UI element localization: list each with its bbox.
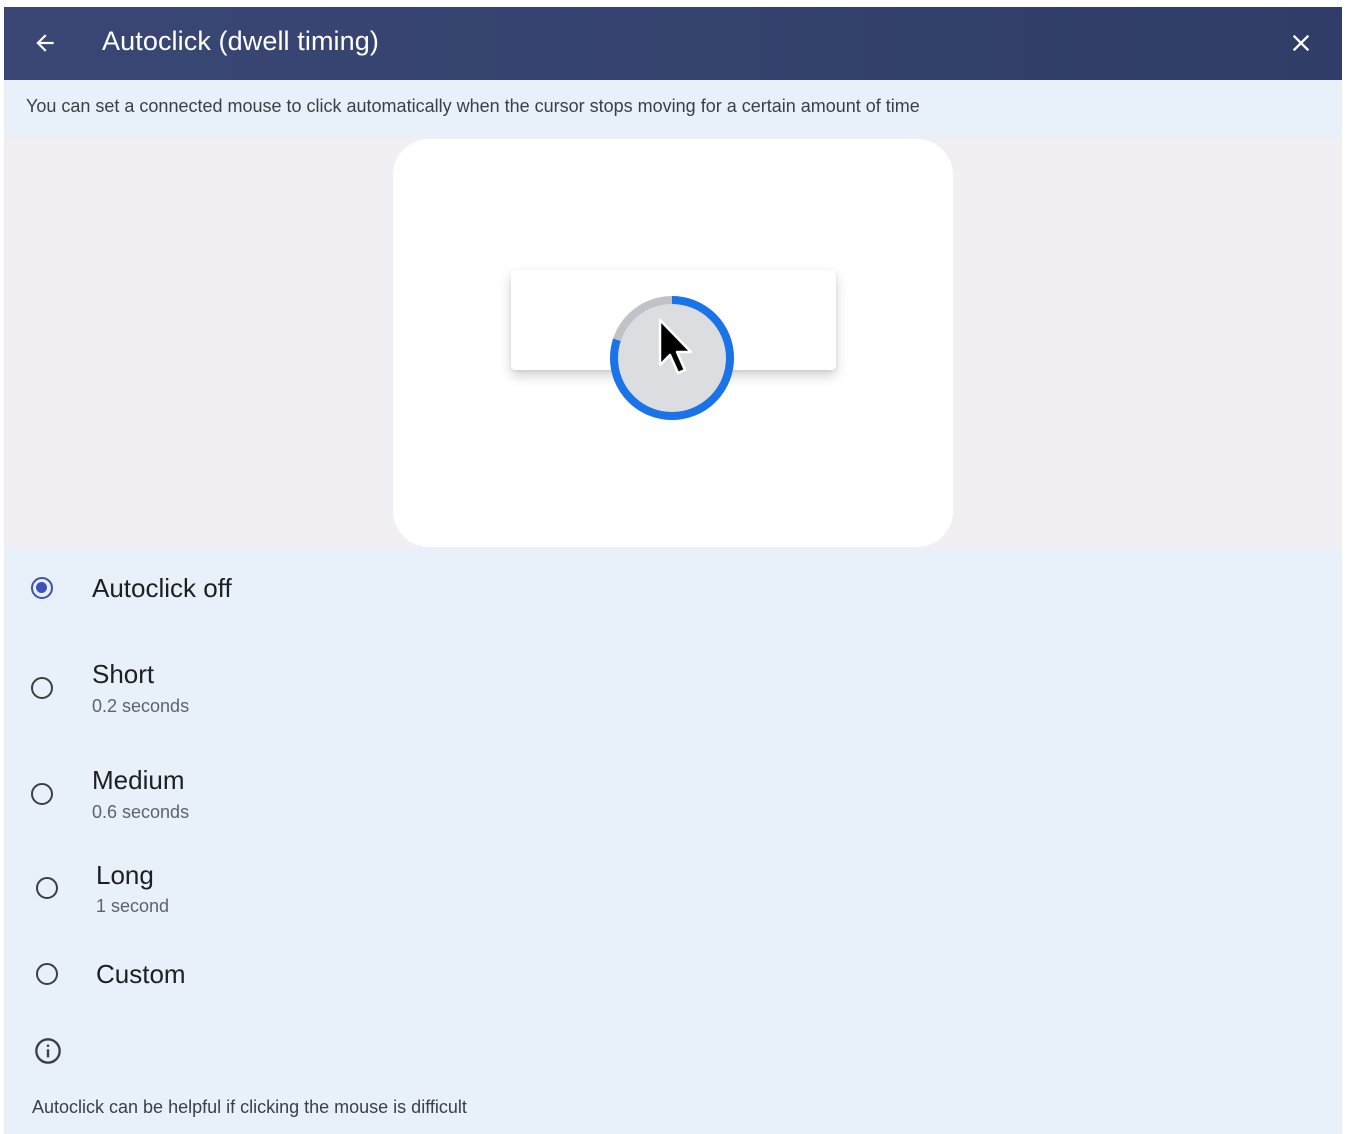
option-label: Long — [96, 860, 154, 890]
illustration-card — [393, 139, 953, 547]
option-autoclick-off[interactable]: Autoclick off — [4, 548, 1342, 628]
page-title: Autoclick (dwell timing) — [102, 26, 379, 56]
app-bar: Autoclick (dwell timing) — [4, 7, 1342, 80]
option-label: Medium — [92, 765, 185, 795]
info-icon — [35, 1038, 61, 1064]
option-sublabel: 0.2 seconds — [92, 696, 190, 716]
radio-custom[interactable] — [36, 963, 58, 985]
option-custom[interactable]: Custom — [4, 940, 1342, 1010]
option-label: Short — [92, 659, 155, 689]
option-label: Autoclick off — [92, 573, 232, 603]
option-medium[interactable]: Medium 0.6 seconds — [4, 744, 1342, 834]
autoclick-screen: Autoclick (dwell timing) You can set a c… — [4, 7, 1342, 1134]
option-long[interactable]: Long 1 second — [4, 840, 1342, 926]
back-button[interactable] — [22, 20, 68, 66]
dwell-cursor-progress-icon — [610, 296, 734, 420]
description-banner: You can set a connected mouse to click a… — [4, 80, 1342, 138]
arrow-back-icon — [36, 34, 54, 52]
description-text: You can set a connected mouse to click a… — [26, 96, 920, 116]
option-label: Custom — [96, 959, 186, 989]
close-button[interactable] — [1278, 20, 1324, 66]
close-icon — [1292, 34, 1310, 52]
radio-short[interactable] — [31, 677, 53, 699]
illustration-area — [4, 138, 1342, 548]
info-text: Autoclick can be helpful if clicking the… — [32, 1097, 467, 1117]
radio-medium[interactable] — [31, 783, 53, 805]
option-sublabel: 1 second — [96, 896, 170, 916]
option-short[interactable]: Short 0.2 seconds — [4, 638, 1342, 728]
radio-long[interactable] — [36, 877, 58, 899]
radio-autoclick-off[interactable] — [31, 577, 53, 599]
option-sublabel: 0.6 seconds — [92, 802, 190, 822]
